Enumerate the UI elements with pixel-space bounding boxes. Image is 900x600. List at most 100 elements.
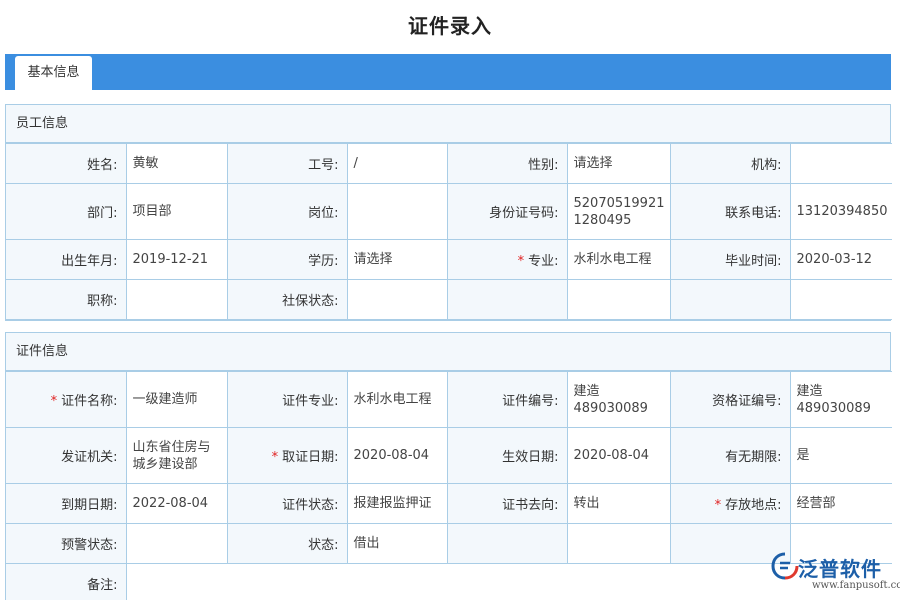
field-label: 有无期限: bbox=[669, 427, 791, 484]
field-label: 证件专业: bbox=[226, 371, 348, 428]
field-value-证件状态[interactable]: 报建报监押证 bbox=[346, 483, 448, 524]
field-value-text: 13120394850 bbox=[796, 204, 888, 219]
field-label-text: 有无期限: bbox=[725, 450, 782, 465]
field-label: 机构: bbox=[669, 143, 791, 184]
field-label: 联系电话: bbox=[669, 183, 791, 240]
field-label-text: 证件专业: bbox=[282, 394, 339, 409]
field-label bbox=[669, 279, 791, 320]
field-value-empty[interactable] bbox=[789, 279, 892, 320]
field-label-text: 取证日期: bbox=[282, 450, 339, 465]
field-value-发证机关[interactable]: 山东省住房与 城乡建设部 bbox=[125, 427, 228, 484]
field-label: 职称: bbox=[6, 279, 127, 320]
field-value-性别[interactable]: 请选择 bbox=[566, 143, 671, 184]
required-asterisk: * bbox=[271, 450, 279, 465]
required-asterisk: * bbox=[517, 254, 525, 269]
form-row: 备注: bbox=[6, 563, 892, 600]
field-label: 性别: bbox=[446, 143, 568, 184]
field-label-text: 证件状态: bbox=[282, 498, 339, 513]
field-value-证件编号[interactable]: 建造 489030089 bbox=[566, 371, 671, 428]
certificate-info-section: 证件信息 * 证件名称: 一级建造师 证件专业: 水利水电工程 证件编号: 建造 48903… bbox=[5, 332, 892, 600]
field-label bbox=[446, 279, 568, 320]
field-value-empty[interactable] bbox=[566, 279, 671, 320]
field-value-专业[interactable]: 水利水电工程 bbox=[566, 239, 671, 280]
field-value-职称[interactable] bbox=[125, 279, 228, 320]
field-value-工号[interactable]: / bbox=[346, 143, 448, 184]
field-label-text: 部门: bbox=[87, 206, 118, 221]
field-value-text: 是 bbox=[796, 448, 810, 463]
field-value-text: 2019-12-21 bbox=[132, 252, 209, 267]
field-value-text: 山东省住房与 城乡建设部 bbox=[132, 439, 211, 472]
field-label-text: 资格证编号: bbox=[712, 394, 782, 409]
field-value-text: 经营部 bbox=[796, 496, 836, 511]
field-value-有无期限[interactable]: 是 bbox=[789, 427, 892, 484]
tab-basic-info[interactable]: 基本信息 bbox=[15, 56, 92, 90]
field-value-empty[interactable] bbox=[566, 523, 671, 564]
field-label-text: 岗位: bbox=[308, 206, 339, 221]
fanpu-logo-icon bbox=[771, 552, 799, 580]
field-value-text: 报建报监押证 bbox=[353, 496, 432, 511]
fanpu-logo: 泛普软件 www.fanpusoft.com bbox=[770, 550, 900, 600]
field-value-text: 2020-03-12 bbox=[796, 252, 873, 267]
field-label-text: 预警状态: bbox=[61, 538, 118, 553]
field-value-text: 建造 489030089 bbox=[796, 383, 871, 416]
tab-bar: 基本信息 bbox=[5, 54, 891, 90]
field-value-姓名[interactable]: 黄敏 bbox=[125, 143, 228, 184]
field-label-text: 姓名: bbox=[87, 158, 118, 173]
field-value-生效日期[interactable]: 2020-08-04 bbox=[566, 427, 671, 484]
field-value-text: 建造 489030089 bbox=[573, 383, 648, 416]
field-value-联系电话[interactable]: 13120394850 bbox=[789, 183, 892, 240]
field-value-text: 请选择 bbox=[573, 156, 613, 171]
logo-url: www.fanpusoft.com bbox=[812, 580, 900, 591]
field-value-text: 一级建造师 bbox=[132, 392, 198, 407]
field-value-存放地点[interactable]: 经营部 bbox=[789, 483, 892, 524]
field-label: 证书去向: bbox=[446, 483, 568, 524]
field-value-证书去向[interactable]: 转出 bbox=[566, 483, 671, 524]
field-label-text: 证件编号: bbox=[502, 394, 559, 409]
field-label: 岗位: bbox=[226, 183, 348, 240]
field-value-岗位[interactable] bbox=[346, 183, 448, 240]
field-value-出生年月[interactable]: 2019-12-21 bbox=[125, 239, 228, 280]
field-value-状态[interactable]: 借出 bbox=[346, 523, 448, 564]
field-value-机构[interactable] bbox=[789, 143, 892, 184]
field-value-社保状态[interactable] bbox=[346, 279, 448, 320]
field-label-text: 毕业时间: bbox=[725, 254, 782, 269]
field-label: 发证机关: bbox=[6, 427, 127, 484]
required-asterisk: * bbox=[714, 498, 722, 513]
field-label-text: 状态: bbox=[308, 538, 339, 553]
form-row: 姓名: 黄敏 工号: / 性别: 请选择 机构: bbox=[6, 143, 892, 184]
field-value-学历[interactable]: 请选择 bbox=[346, 239, 448, 280]
field-label: * 证件名称: bbox=[6, 371, 127, 428]
field-label: * 专业: bbox=[446, 239, 568, 280]
field-value-text: 水利水电工程 bbox=[573, 252, 652, 267]
field-label-text: 证书去向: bbox=[502, 498, 559, 513]
field-value-text: 2020-08-04 bbox=[353, 448, 430, 463]
employee-info-table: 姓名: 黄敏 工号: / 性别: 请选择 机构: 部门: 项目部 岗位: 身份证号码: 5207051… bbox=[6, 143, 892, 320]
field-label: 生效日期: bbox=[446, 427, 568, 484]
field-label-text: 备注: bbox=[87, 578, 118, 593]
field-value-资格证编号[interactable]: 建造 489030089 bbox=[789, 371, 892, 428]
field-label-text: 发证机关: bbox=[61, 450, 118, 465]
field-value-text: 借出 bbox=[353, 536, 380, 551]
field-label: 身份证号码: bbox=[446, 183, 568, 240]
field-label: 出生年月: bbox=[6, 239, 127, 280]
field-value-预警状态[interactable] bbox=[125, 523, 228, 564]
field-value-证件名称[interactable]: 一级建造师 bbox=[125, 371, 228, 428]
field-label-text: 性别: bbox=[528, 158, 559, 173]
field-label-text: 社保状态: bbox=[282, 294, 339, 309]
field-label-text: 专业: bbox=[528, 254, 559, 269]
form-row: 到期日期: 2022-08-04 证件状态: 报建报监押证 证书去向: 转出 * 存放地点: 经… bbox=[6, 483, 892, 524]
field-value-证件专业[interactable]: 水利水电工程 bbox=[346, 371, 448, 428]
form-row: 预警状态: 状态: 借出 bbox=[6, 523, 892, 564]
field-value-取证日期[interactable]: 2020-08-04 bbox=[346, 427, 448, 484]
field-value-部门[interactable]: 项目部 bbox=[125, 183, 228, 240]
field-value-毕业时间[interactable]: 2020-03-12 bbox=[789, 239, 892, 280]
field-label: 毕业时间: bbox=[669, 239, 791, 280]
field-label: 姓名: bbox=[6, 143, 127, 184]
employee-info-section: 员工信息 姓名: 黄敏 工号: / 性别: 请选择 机构: 部门: 项目部 岗位: 身份证号码: 52… bbox=[5, 104, 892, 321]
field-value-身份证号码[interactable]: 52070519921 1280495 bbox=[566, 183, 671, 240]
field-label-text: 证件名称: bbox=[61, 394, 118, 409]
field-value-到期日期[interactable]: 2022-08-04 bbox=[125, 483, 228, 524]
section-header-employee: 员工信息 bbox=[6, 105, 890, 143]
field-label-text: 学历: bbox=[308, 254, 339, 269]
field-value-text: 项目部 bbox=[132, 204, 172, 219]
